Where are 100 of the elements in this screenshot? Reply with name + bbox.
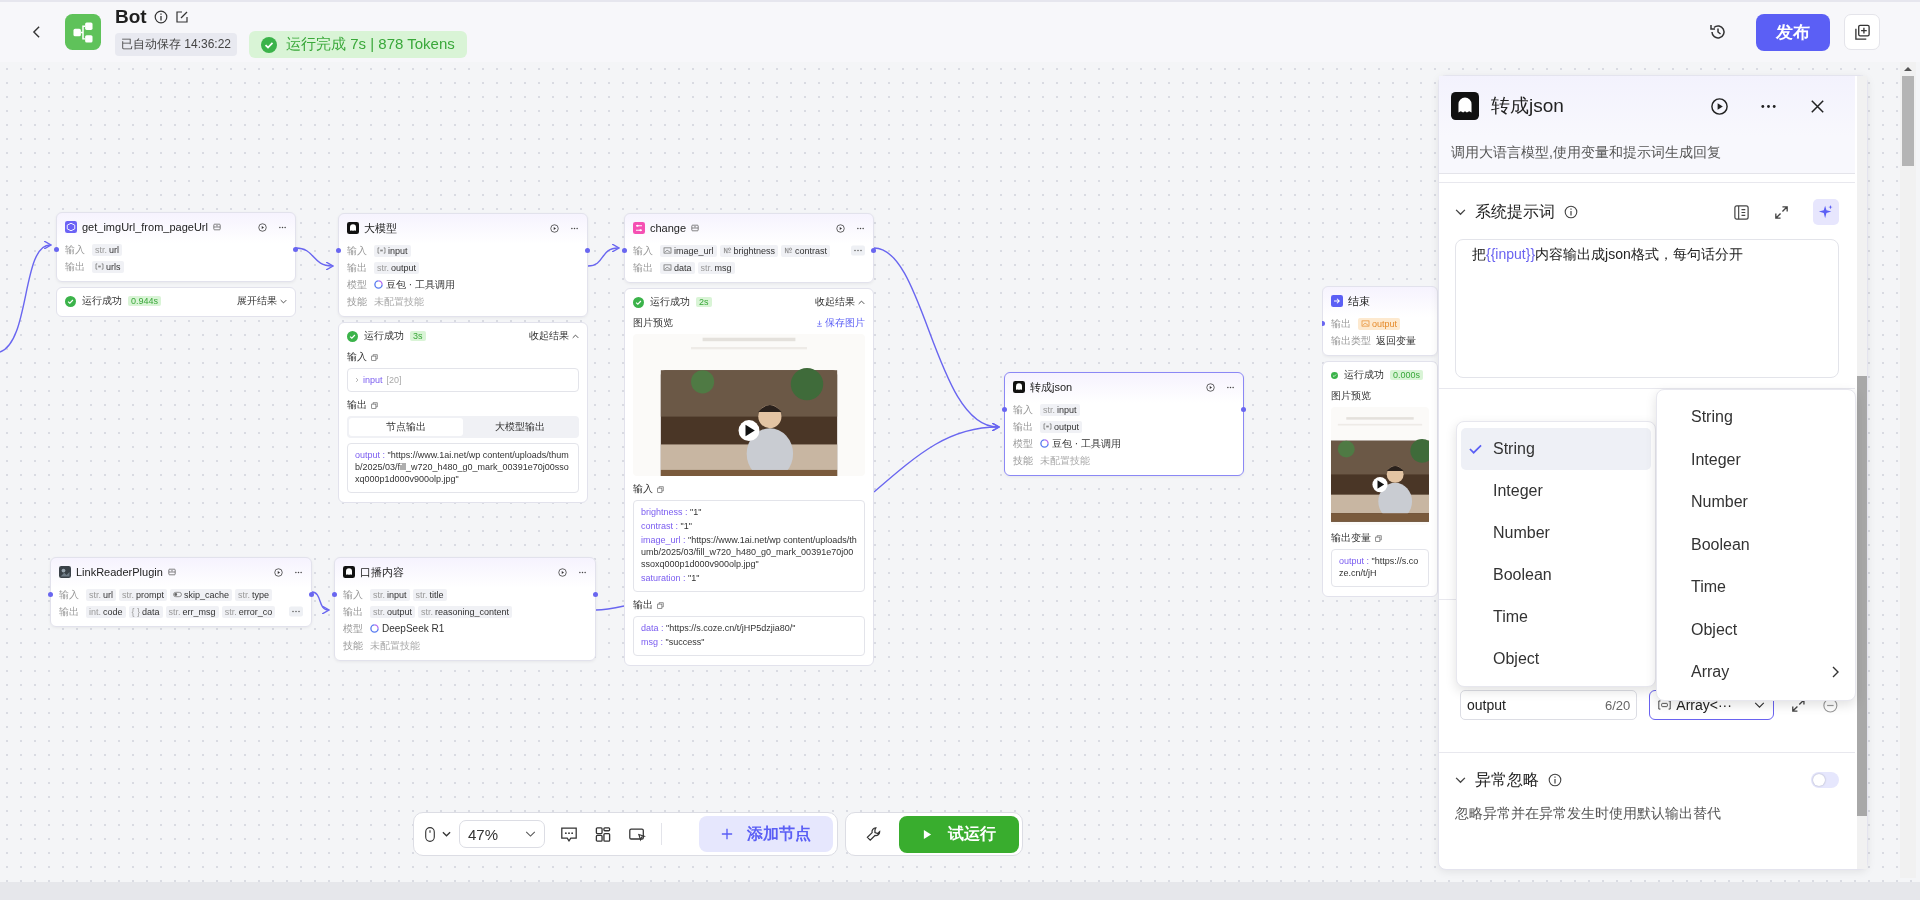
row-label: 输入 <box>633 243 654 258</box>
model-name: 豆包 · 工具调用 <box>1052 436 1121 451</box>
node-title: get_imgUrl_from_pageUrl <box>82 221 208 233</box>
node-title: 结束 <box>1348 293 1370 309</box>
menu-item[interactable]: Boolean <box>1661 523 1851 566</box>
parameter-name: prompt <box>136 589 165 600</box>
node-title: change <box>650 222 687 234</box>
menu-item[interactable]: Number <box>1661 481 1851 524</box>
skill-value: 未配置技能 <box>370 638 420 653</box>
variable-name: input <box>363 375 383 385</box>
type-prefix: str. <box>700 262 713 273</box>
character-counter: 6/20 <box>1605 697 1631 713</box>
duration-badge: 0.944s <box>128 296 162 306</box>
menu-item[interactable]: String <box>1461 428 1651 470</box>
parameter-name: title <box>429 589 444 600</box>
menu-item-label: String <box>1691 408 1733 427</box>
menu-item[interactable]: Object <box>1661 608 1851 651</box>
app-title: Bot <box>115 6 147 28</box>
menu-item[interactable]: Integer <box>1461 470 1651 512</box>
save-image-link[interactable]: 保存图片 <box>816 316 865 330</box>
menu-item[interactable]: Boolean <box>1461 554 1651 596</box>
skill-value: 未配置技能 <box>1040 453 1090 468</box>
workflow-node[interactable]: 口播内容 输入 str. input str. title 输出 str. output str. reasoning_content 模型 DeepSeek R1 技能 未配置技能 <box>334 557 596 661</box>
workflow-node[interactable]: LinkReaderPlugin 输入 str. url str. prompt skip_cache str. type 输出 int. code { } data str. err_msg str. error_co <box>50 557 312 627</box>
menu-item[interactable]: Number <box>1461 512 1651 554</box>
value-line: saturation : "1" <box>641 572 701 584</box>
section-description: 忽略异常并在异常发生时使用默认输出替代 <box>1455 805 1722 823</box>
parameter-name: contrast <box>795 245 828 256</box>
menu-item[interactable]: Object <box>1461 638 1651 680</box>
menu-item[interactable]: Time <box>1661 566 1851 609</box>
field-value: output <box>1467 697 1506 713</box>
parameter-name: data <box>674 262 692 273</box>
row-label: 输出 <box>1331 316 1352 331</box>
menu-item[interactable]: Integer <box>1661 438 1851 481</box>
output-tab[interactable]: 节点输出 <box>349 418 463 436</box>
prompt-editor[interactable]: 把{{input}}内容输出成json格式，每句话分开 <box>1455 239 1839 378</box>
workflow-node[interactable]: change 输入 image_url brightness contrast 输出 data str. msg <box>624 213 874 283</box>
parameter-name: input <box>387 589 407 600</box>
result-toggle[interactable]: 收起结果 <box>815 295 865 309</box>
parameter-name: input <box>1057 404 1077 415</box>
skill-value: 未配置技能 <box>374 294 424 309</box>
type-prefix: str. <box>421 606 434 617</box>
type-prefix: str. <box>122 589 135 600</box>
row-label: 技能 <box>1013 453 1034 468</box>
result-toggle[interactable]: 展开结果 <box>237 294 287 308</box>
section-label: 输入 <box>633 482 653 496</box>
row-label: 输入 <box>347 243 368 258</box>
section-title: 系统提示词 <box>1475 201 1555 222</box>
type-prefix: str. <box>168 606 181 617</box>
type-prefix: str. <box>373 589 385 600</box>
row-label: 输入 <box>343 587 364 602</box>
workflow-node[interactable]: 转成json 输入 str. input 输出 output 模型 豆包 · 工具调用 技能 未配置技能 <box>1004 372 1244 476</box>
row-label: 技能 <box>347 294 368 309</box>
row-label: 输出 <box>65 259 86 274</box>
value-line: output : "https://www.1ai.net/wp content/uploads/thumb/2025/03/fill_w720_h480_g0_mark_00391e70j00ssoxq000p1d000v900olp.jpg" <box>355 449 570 485</box>
parameter-name: error_co <box>238 606 273 617</box>
type-prefix: { } <box>131 606 141 617</box>
row-label: 模型 <box>343 621 364 636</box>
row-label: 输入 <box>59 587 80 602</box>
section-label: 输出 <box>633 598 653 612</box>
autosave-badge: 已自动保存 14:36:22 <box>115 33 238 56</box>
panel-title: 转成json <box>1491 94 1564 118</box>
type-prefix: str. <box>89 589 101 600</box>
row-label: 输出 <box>59 604 80 619</box>
node-title: LinkReaderPlugin <box>76 566 163 578</box>
workflow-node[interactable]: 结束 输出 output 输出类型 返回变量 <box>1322 286 1438 356</box>
menu-item[interactable]: String <box>1661 396 1851 439</box>
menu-item-label: Array <box>1691 663 1730 682</box>
zoom-select[interactable]: 47% <box>459 820 545 848</box>
parameter-name: output <box>391 262 417 273</box>
row-label: 输出 <box>633 260 654 275</box>
meta-value: 返回变量 <box>1376 333 1416 348</box>
row-label: 输出 <box>343 604 364 619</box>
duration-badge: 0.000s <box>1389 370 1423 380</box>
run-status: 运行成功 <box>82 294 122 308</box>
parameter-name: output <box>1372 318 1398 329</box>
parameter-name: err_msg <box>182 606 216 617</box>
model-name: DeepSeek R1 <box>382 623 445 634</box>
section-label: 输出 <box>347 398 367 412</box>
result-toggle[interactable]: 收起结果 <box>529 329 579 343</box>
menu-item-label: Integer <box>1493 482 1543 500</box>
value-line: data : "https://s.coze.cn/t/jHP5dzjia80/" <box>641 622 797 634</box>
output-name-field[interactable]: output 6/20 <box>1460 690 1638 720</box>
menu-item-label: Object <box>1691 620 1738 639</box>
parameter-name: url <box>109 244 120 255</box>
parameter-name: image_url <box>674 245 714 256</box>
workflow-node[interactable]: get_imgUrl_from_pageUrl 输入 str. url 输出 urls <box>56 212 296 282</box>
parameter-name: skip_cache <box>184 589 230 600</box>
workflow-node[interactable]: 大模型 输入 input 输出 str. output 模型 豆包 · 工具调用 技能 未配置技能 <box>338 213 588 317</box>
section-label: 图片预览 <box>633 316 673 330</box>
add-node-button[interactable]: 添加节点 <box>699 816 833 852</box>
row-label: 模型 <box>1013 436 1034 451</box>
type-prefix: str. <box>224 606 237 617</box>
run-status-text: 运行完成 7s | 878 Tokens <box>286 35 455 54</box>
menu-item[interactable]: Time <box>1461 596 1651 638</box>
row-label: 技能 <box>343 638 364 653</box>
parameter-name: code <box>103 606 123 617</box>
type-prefix: str. <box>1043 404 1055 415</box>
publish-button[interactable]: 发布 <box>1756 13 1830 51</box>
output-tab[interactable]: 大模型输出 <box>463 418 577 436</box>
